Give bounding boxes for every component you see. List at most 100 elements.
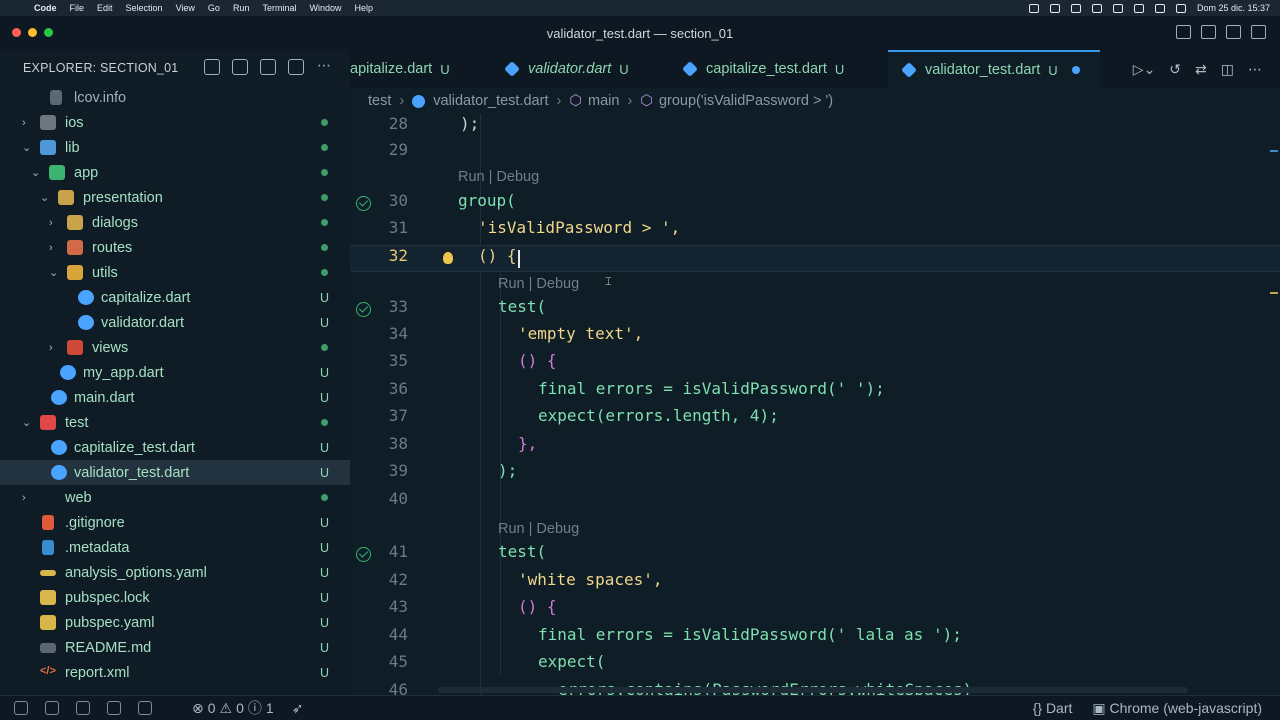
menu-go[interactable]: Go <box>208 3 220 13</box>
code-line[interactable]: 43 () { <box>350 597 1280 624</box>
code-line[interactable]: 35 () { <box>350 351 1280 378</box>
breadcrumb-item[interactable]: test <box>368 93 391 109</box>
code-line[interactable]: 44 final errors = isValidPassword(' lala… <box>350 625 1280 652</box>
code-line[interactable]: 36 final errors = isValidPassword(' '); <box>350 379 1280 406</box>
breadcrumb-item[interactable]: validator_test.dart <box>433 93 548 109</box>
tree-item[interactable]: ⌄ test <box>0 410 350 435</box>
battery-icon[interactable] <box>1091 3 1102 13</box>
control-center-icon[interactable] <box>1175 3 1186 13</box>
tree-item[interactable]: .metadata U <box>0 535 350 560</box>
breadcrumb-item[interactable]: group('isValidPassword > ') <box>659 93 833 109</box>
menu-window[interactable]: Window <box>309 3 341 13</box>
extensions-icon[interactable] <box>138 701 152 715</box>
chevron-right-icon[interactable]: › <box>49 242 59 253</box>
menu-file[interactable]: File <box>70 3 85 13</box>
toggle-secondary-sidebar-icon[interactable] <box>1226 25 1241 39</box>
codelens-run-debug[interactable]: Run | Debug <box>458 169 539 185</box>
tab-capitalize[interactable]: apitalize.dart U <box>350 50 490 88</box>
chevron-right-icon[interactable]: › <box>49 342 59 353</box>
code-editor[interactable]: 28 ); 29 Run | Debug 30 group( 31 'isVal… <box>350 114 1280 695</box>
menu-view[interactable]: View <box>176 3 195 13</box>
code-line[interactable]: 33 test( <box>350 297 1280 324</box>
run-icon[interactable]: ▷⌄ <box>1133 61 1156 78</box>
screen-record-icon[interactable] <box>1028 3 1039 13</box>
lightbulb-icon[interactable] <box>443 252 453 264</box>
code-line[interactable]: 39 ); <box>350 461 1280 488</box>
code-line[interactable]: 31 'isValidPassword > ', <box>350 218 1280 245</box>
tree-item[interactable]: ⌄ utils <box>0 260 350 285</box>
chevron-down-icon[interactable]: ⌄ <box>22 142 32 153</box>
wifi-icon[interactable] <box>1133 3 1144 13</box>
unsaved-dot-icon[interactable] <box>1071 66 1080 74</box>
run-debug-icon[interactable] <box>107 701 121 715</box>
code-line[interactable]: 28 ); <box>350 114 1280 141</box>
menu-terminal[interactable]: Terminal <box>262 3 296 13</box>
tree-item[interactable]: lcov.info <box>0 85 350 110</box>
chevron-right-icon[interactable]: › <box>22 117 32 128</box>
code-line[interactable]: 42 'white spaces', <box>350 570 1280 597</box>
close-window-icon[interactable] <box>12 28 21 37</box>
device-selector[interactable]: ▣ Chrome (web-javascript) <box>1092 700 1262 717</box>
new-folder-icon[interactable] <box>232 59 248 75</box>
tree-item[interactable]: main.dart U <box>0 385 350 410</box>
clock[interactable]: Dom 25 dic. 15:37 <box>1197 3 1270 13</box>
minimize-window-icon[interactable] <box>28 28 37 37</box>
tab-capitalize-test[interactable]: capitalize_test.dart U <box>678 50 883 88</box>
code-line[interactable]: 38 }, <box>350 434 1280 461</box>
chevron-down-icon[interactable]: ⌄ <box>31 167 41 178</box>
toggle-sidebar-icon[interactable] <box>1176 25 1191 39</box>
test-passed-icon[interactable] <box>356 547 371 562</box>
collapse-all-icon[interactable] <box>288 59 304 75</box>
codelens-run-debug[interactable]: Run | Debug <box>498 276 579 292</box>
code-line[interactable]: 41 test( <box>350 542 1280 569</box>
tree-item[interactable]: README.md U <box>0 635 350 660</box>
tree-item[interactable]: validator.dart U <box>0 310 350 335</box>
horizontal-scrollbar[interactable] <box>438 687 1188 693</box>
apple-icon[interactable] <box>10 3 20 13</box>
live-share-icon[interactable]: ➶ <box>292 700 304 717</box>
breadcrumb-item[interactable]: main <box>588 93 619 109</box>
code-line[interactable]: 30 group( <box>350 191 1280 218</box>
tab-validator[interactable]: validator.dart U <box>500 50 670 88</box>
tab-validator-test[interactable]: validator_test.dart U <box>888 50 1100 88</box>
new-file-icon[interactable] <box>204 59 220 75</box>
problems-indicator[interactable]: ⊗ 0 ⚠ 0 ⓘ 1 ➶ <box>192 698 303 718</box>
codelens-run-debug[interactable]: Run | Debug <box>498 521 579 537</box>
maximize-window-icon[interactable] <box>44 28 53 37</box>
bluetooth-icon[interactable] <box>1112 3 1123 13</box>
tree-item[interactable]: ⌄ lib <box>0 135 350 160</box>
test-passed-icon[interactable] <box>356 196 371 211</box>
refresh-icon[interactable] <box>260 59 276 75</box>
source-control-icon[interactable]: ⇄ <box>1195 61 1207 78</box>
tree-item[interactable]: › ios <box>0 110 350 135</box>
code-line[interactable]: 45 expect( <box>350 652 1280 679</box>
test-passed-icon[interactable] <box>356 302 371 317</box>
grid-icon[interactable] <box>1049 3 1060 13</box>
tree-item[interactable]: capitalize_test.dart U <box>0 435 350 460</box>
headphones-icon[interactable] <box>1070 3 1081 13</box>
tree-item[interactable]: › dialogs <box>0 210 350 235</box>
menu-run[interactable]: Run <box>233 3 250 13</box>
tree-item-selected[interactable]: validator_test.dart U <box>0 460 350 485</box>
more-actions-icon[interactable]: ⋯ <box>1248 61 1262 78</box>
chevron-down-icon[interactable]: ⌄ <box>40 192 50 203</box>
tree-item[interactable]: › web <box>0 485 350 510</box>
tree-item[interactable]: capitalize.dart U <box>0 285 350 310</box>
explorer-icon[interactable] <box>14 701 28 715</box>
menu-selection[interactable]: Selection <box>126 3 163 13</box>
source-control-icon[interactable] <box>76 701 90 715</box>
tree-item[interactable]: ⌄ app <box>0 160 350 185</box>
timeline-icon[interactable]: ↺ <box>1169 61 1181 78</box>
chevron-right-icon[interactable]: › <box>22 492 32 503</box>
code-line[interactable]: 34 'empty text', <box>350 324 1280 351</box>
split-editor-icon[interactable]: ◫ <box>1221 61 1234 78</box>
language-mode[interactable]: {} Dart <box>1033 700 1073 716</box>
tree-item[interactable]: pubspec.lock U <box>0 585 350 610</box>
code-line[interactable]: 29 <box>350 140 1280 167</box>
code-line[interactable]: 40 <box>350 489 1280 516</box>
tree-item[interactable]: .gitignore U <box>0 510 350 535</box>
tree-item[interactable]: pubspec.yaml U <box>0 610 350 635</box>
code-line[interactable]: 37 expect(errors.length, 4); <box>350 406 1280 433</box>
menu-edit[interactable]: Edit <box>97 3 113 13</box>
search-icon[interactable] <box>1154 3 1165 13</box>
